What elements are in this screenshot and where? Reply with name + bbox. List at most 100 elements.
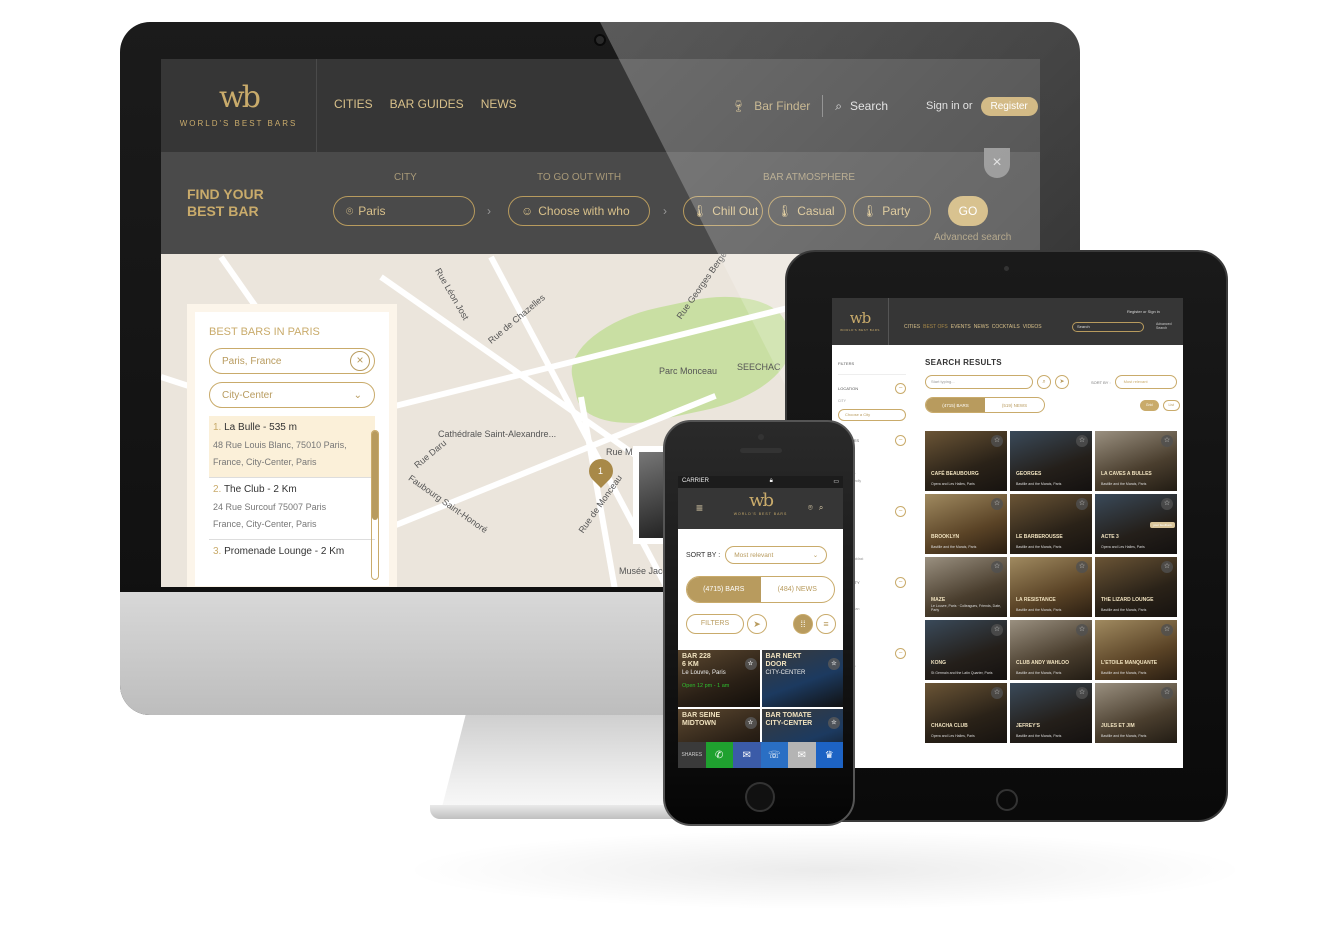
- bar-card[interactable]: BAR 228 6 KM Le Louvre, Paris Open 12 pm - …: [678, 650, 760, 707]
- tablet-search-input[interactable]: Search: [1072, 322, 1144, 332]
- sort-select[interactable]: Most relevant ⌄: [725, 546, 828, 564]
- bar-card[interactable]: ☆ LE BARBEROUSSE Bastille and the Marais, …: [1010, 494, 1092, 554]
- bar-list-item[interactable]: 2. The Club - 2 Km 24 Rue Surcouf 75007 …: [209, 478, 375, 540]
- desktop-logo[interactable]: wb WORLD'S BEST BARS: [161, 59, 317, 152]
- nav-news[interactable]: NEWS: [481, 97, 517, 111]
- filters-button[interactable]: FILTERS: [686, 614, 744, 634]
- star-icon[interactable]: ☆: [744, 717, 757, 729]
- bar-card[interactable]: ☆ MAZE Le Louvre, Paris · Colleagues, Frie…: [925, 557, 1007, 617]
- bar-card[interactable]: ☆ LA CAVES A BULLES Bastille and the Marai…: [1095, 431, 1177, 491]
- star-icon[interactable]: ☆: [1076, 435, 1088, 447]
- search-icon[interactable]: ⌕: [819, 503, 823, 513]
- area-select[interactable]: City-Center ⌄: [209, 382, 375, 408]
- atmosphere-party[interactable]: 🌡︎ Party: [853, 196, 931, 226]
- grid-view-icon[interactable]: ⁞⁞: [793, 614, 813, 634]
- bar-card[interactable]: BAR NEXT DOOR CITY-CENTER ☆: [761, 650, 843, 707]
- bar-card[interactable]: ☆ L'ETOILE MANQUANTE Bastille and the Mara…: [1095, 620, 1177, 680]
- advanced-search-link[interactable]: Advanced Search: [1156, 322, 1183, 330]
- search-icon[interactable]: ⌕: [1037, 375, 1051, 389]
- locate-icon[interactable]: ➤: [1055, 375, 1069, 389]
- collapse-icon[interactable]: −: [895, 506, 906, 517]
- bar-card[interactable]: ☆ CLUB ANDY WAHLOO Bastille and the Marais…: [1010, 620, 1092, 680]
- list-view-icon[interactable]: ≡: [816, 614, 836, 634]
- star-icon[interactable]: ☆: [744, 658, 757, 670]
- close-icon[interactable]: ×: [984, 148, 1010, 178]
- star-icon[interactable]: ☆: [1076, 624, 1088, 636]
- location-pin-icon[interactable]: ⌾: [808, 503, 813, 513]
- bar-finder-link[interactable]: Bar Finder: [754, 99, 810, 113]
- register-button[interactable]: Register: [980, 96, 1038, 116]
- atmosphere-casual[interactable]: 🌡︎ Casual: [768, 196, 846, 226]
- star-icon[interactable]: ☆: [991, 624, 1003, 636]
- messenger-icon[interactable]: ✉: [733, 742, 761, 768]
- star-icon[interactable]: ☆: [828, 717, 840, 729]
- bar-card[interactable]: ☆ GEORGES Bastille and the Marais, Paris: [1010, 431, 1092, 491]
- nav-best-ofs[interactable]: BEST OFS: [923, 324, 948, 330]
- sort-select[interactable]: Most relevant: [1114, 375, 1177, 389]
- viber-icon[interactable]: ☏: [760, 742, 788, 768]
- email-icon[interactable]: ✉: [788, 742, 816, 768]
- bar-card[interactable]: ☆ BROOKLYN Bastille and the Marais, Paris: [925, 494, 1007, 554]
- bar-card[interactable]: ☆ JEFREY'S Bastille and the Marais, Paris: [1010, 683, 1092, 743]
- nav-cocktails[interactable]: COCKTAILS: [992, 324, 1020, 330]
- register-signin-link[interactable]: Register or Sign in: [1127, 309, 1160, 314]
- star-icon[interactable]: ☆: [991, 498, 1003, 510]
- star-icon[interactable]: ☆: [1076, 561, 1088, 573]
- bar-card[interactable]: ☆ JULES ET JIM Bastille and the Marais, Pa…: [1095, 683, 1177, 743]
- bar-card[interactable]: ☆ CAFÉ BEAUBOURG Opera and Les Halles, Par…: [925, 431, 1007, 491]
- collapse-icon[interactable]: −: [895, 435, 906, 446]
- bar-list-item[interactable]: 3. Promenade Lounge - 2 Km: [209, 540, 375, 567]
- location-input[interactable]: Paris, France ×: [209, 348, 375, 374]
- bar-card[interactable]: ☆ KONG St Germain and the Latin Quarter, P…: [925, 620, 1007, 680]
- star-icon[interactable]: ☆: [1161, 561, 1173, 573]
- city-input[interactable]: ⌾ Paris: [333, 196, 475, 226]
- tab-news[interactable]: (519) NEWS: [985, 398, 1044, 412]
- nav-cities[interactable]: CITIES: [334, 97, 373, 111]
- phone-logo[interactable]: wb WORLD'S BEST BARS: [728, 492, 793, 517]
- nav-videos[interactable]: VIDEOS: [1023, 324, 1042, 330]
- tab-news[interactable]: (484) NEWS: [761, 577, 835, 602]
- crown-icon[interactable]: ♛: [815, 742, 843, 768]
- clear-icon[interactable]: ×: [350, 351, 370, 371]
- hamburger-menu-icon[interactable]: ≡: [696, 501, 703, 515]
- companion-select[interactable]: ☺ Choose with who: [508, 196, 650, 226]
- scrollbar-thumb[interactable]: [372, 431, 378, 520]
- star-icon[interactable]: ☆: [1161, 498, 1173, 510]
- atmosphere-chill-out[interactable]: 🌡︎ Chill Out: [683, 196, 763, 226]
- bar-card[interactable]: ☆ your feedback ACTE 3 Opera and Les Halles…: [1095, 494, 1177, 554]
- choose-city-input[interactable]: Choose a City: [838, 409, 906, 421]
- star-icon[interactable]: ☆: [1076, 687, 1088, 699]
- bar-card[interactable]: ☆ THE LIZARD LOUNGE Bastille and the Marai…: [1095, 557, 1177, 617]
- nav-cities[interactable]: CITIES: [904, 324, 920, 330]
- bar-card[interactable]: ☆ LA RESISTANCE Bastille and the Marais, P…: [1010, 557, 1092, 617]
- whatsapp-icon[interactable]: ✆: [705, 742, 733, 768]
- grid-view-button[interactable]: Grid: [1139, 399, 1159, 411]
- star-icon[interactable]: ☆: [828, 658, 840, 670]
- collapse-icon[interactable]: −: [895, 577, 906, 588]
- tab-bars[interactable]: (4715) BARS: [687, 577, 761, 602]
- tab-bars[interactable]: (4715) BARS: [926, 398, 985, 412]
- star-icon[interactable]: ☆: [1161, 624, 1173, 636]
- star-icon[interactable]: ☆: [991, 561, 1003, 573]
- nav-bar-guides[interactable]: BAR GUIDES: [390, 97, 464, 111]
- tablet-logo[interactable]: wb WORLD'S BEST BARS: [832, 298, 889, 345]
- bar-list-item[interactable]: 1. La Bulle - 535 m 48 Rue Louis Blanc, …: [209, 416, 375, 478]
- collapse-icon[interactable]: −: [895, 383, 906, 394]
- star-icon[interactable]: ☆: [1161, 435, 1173, 447]
- search-link[interactable]: Search: [850, 99, 888, 113]
- nav-news[interactable]: NEWS: [974, 324, 989, 330]
- go-button[interactable]: GO: [948, 196, 988, 226]
- star-icon[interactable]: ☆: [991, 687, 1003, 699]
- locate-icon[interactable]: ➤: [747, 614, 767, 634]
- collapse-icon[interactable]: −: [895, 648, 906, 659]
- results-search-input[interactable]: Start typing...: [925, 375, 1033, 389]
- star-icon[interactable]: ☆: [1076, 498, 1088, 510]
- list-view-button[interactable]: List: [1162, 399, 1180, 411]
- nav-events[interactable]: EVENTS: [951, 324, 971, 330]
- bar-card[interactable]: ☆ CHACHA CLUB Opera and Les Halles, Paris: [925, 683, 1007, 743]
- sign-in-link[interactable]: Sign in or: [926, 100, 972, 112]
- star-icon[interactable]: ☆: [1161, 687, 1173, 699]
- list-scrollbar[interactable]: [371, 430, 379, 580]
- star-icon[interactable]: ☆: [991, 435, 1003, 447]
- advanced-search-link[interactable]: Advanced search: [934, 232, 1011, 243]
